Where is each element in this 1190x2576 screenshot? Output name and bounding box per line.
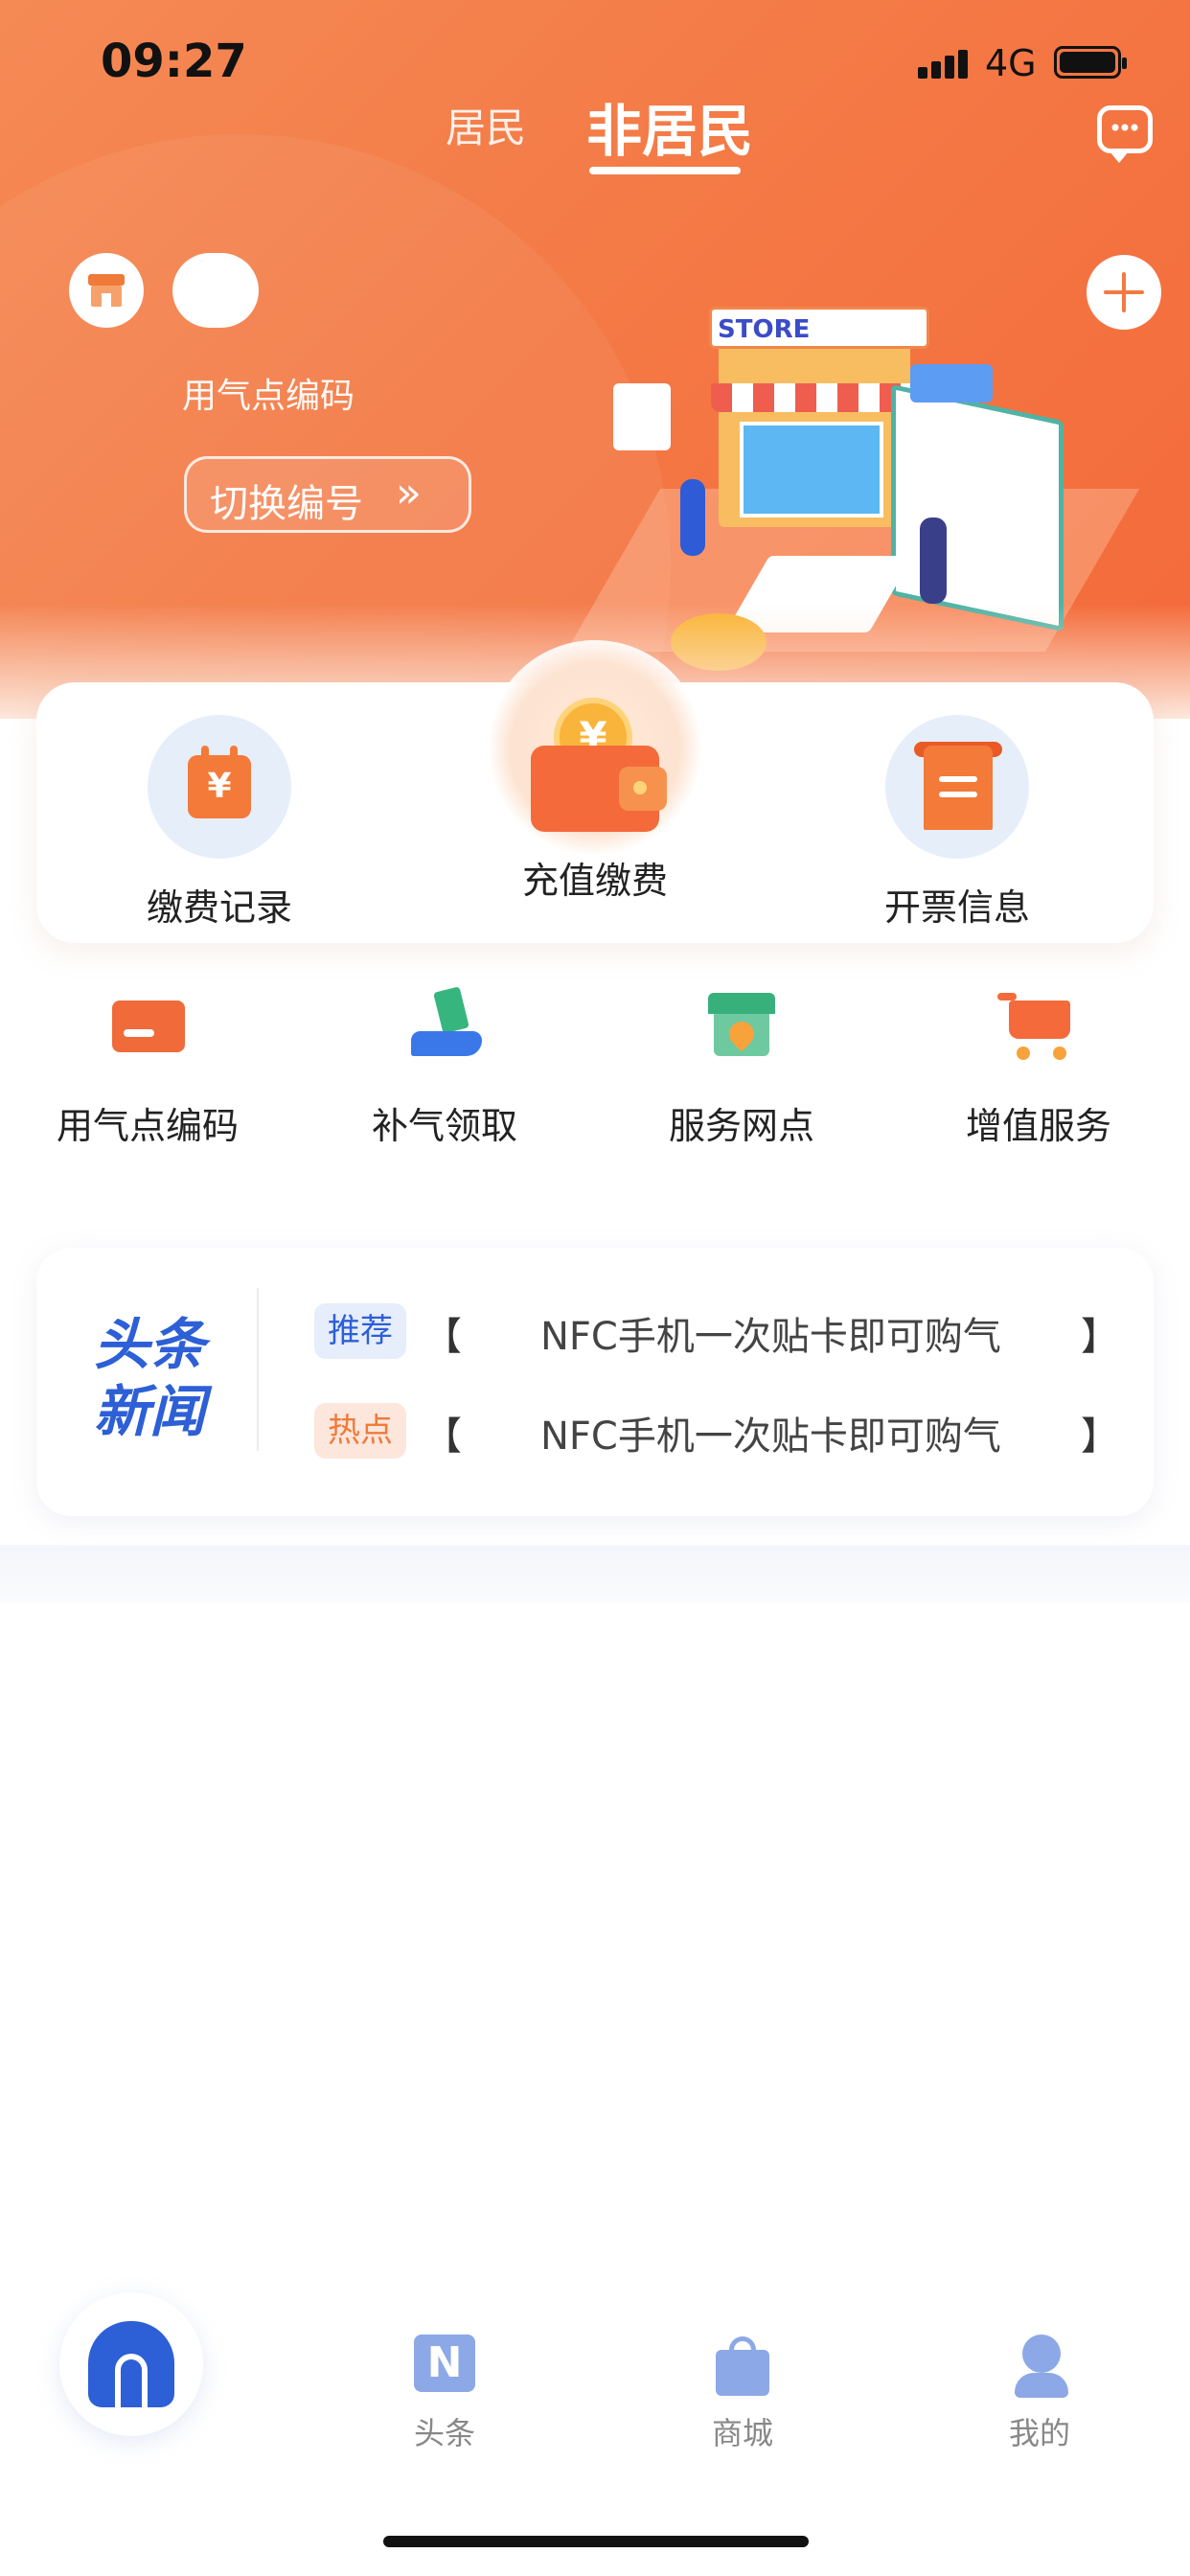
switch-account-label: 切换编号 xyxy=(210,482,363,526)
store-location-icon xyxy=(698,987,785,1064)
signal-icon xyxy=(918,50,968,79)
bracket-close: 】 xyxy=(1081,1315,1119,1359)
news-divider xyxy=(257,1288,259,1451)
tab-mall[interactable]: 商城 xyxy=(671,2334,814,2453)
account-name-pill xyxy=(172,253,259,328)
section-divider xyxy=(0,1545,1190,1602)
hot-tag: 热点 xyxy=(314,1403,406,1459)
tab-mine[interactable]: 我的 xyxy=(968,2334,1111,2453)
quick-label: 用气点编码 xyxy=(56,1105,239,1147)
user-icon xyxy=(1009,2334,1070,2398)
tab-label: 我的 xyxy=(1008,2415,1070,2451)
cart-icon xyxy=(995,987,1082,1064)
news-headline: NFC手机一次贴卡即可购气 xyxy=(540,1414,1001,1459)
quick-gas-supplement[interactable]: 补气领取 xyxy=(320,986,569,1149)
active-tab-indicator xyxy=(589,167,741,174)
news-item-recommended[interactable]: 推荐 【 NFC手机一次贴卡即可购气 】 xyxy=(314,1303,1138,1361)
add-account-button[interactable] xyxy=(1087,255,1161,330)
coins-illustration xyxy=(671,613,767,671)
status-time: 09:27 xyxy=(101,34,247,88)
headline-news-card: 头条 新闻 推荐 【 NFC手机一次贴卡即可购气 】 热点 【 NFC手机一次贴… xyxy=(36,1248,1154,1516)
shop-avatar-icon xyxy=(69,253,144,328)
invoice-info-label: 开票信息 xyxy=(883,886,1030,929)
bracket-open: 【 xyxy=(423,1414,462,1459)
home-icon xyxy=(88,2321,174,2407)
sales-tag xyxy=(910,364,993,402)
store-sign: STORE xyxy=(718,315,811,344)
bracket-open: 【 xyxy=(423,1315,462,1359)
recommended-tag: 推荐 xyxy=(314,1303,406,1359)
payment-records-label: 缴费记录 xyxy=(146,886,292,929)
battery-icon xyxy=(1054,46,1127,79)
message-icon[interactable] xyxy=(1097,105,1153,163)
hero-banner: 09:27 4G 居民 非居民 用气点编码 切换编号 » STORE xyxy=(0,0,1190,719)
quick-gas-point-code[interactable]: 用气点编码 xyxy=(23,987,272,1149)
recharge-payment-label: 充值缴费 xyxy=(521,860,668,902)
switch-account-button[interactable]: 切换编号 » xyxy=(184,456,471,533)
hand-ticket-icon xyxy=(401,986,488,1064)
shopping-bag-illustration xyxy=(613,383,671,450)
calendar-yen-icon: ¥ xyxy=(148,715,291,859)
tab-label: 头条 xyxy=(413,2415,475,2451)
shopper-figure xyxy=(680,479,705,556)
news-icon: N xyxy=(414,2334,475,2396)
double-chevron-right-icon: » xyxy=(396,469,422,518)
news-headline: NFC手机一次贴卡即可购气 xyxy=(540,1315,1001,1359)
tab-resident[interactable]: 居民 xyxy=(446,96,526,154)
quick-label: 增值服务 xyxy=(965,1105,1111,1147)
recharge-payment-button[interactable]: ¥ 充值缴费 xyxy=(522,698,668,904)
invoice-info-button[interactable]: 开票信息 xyxy=(884,715,1030,931)
quick-value-added-services[interactable]: 增值服务 xyxy=(914,987,1163,1149)
storefront-illustration: STORE xyxy=(565,268,1140,690)
quick-service-outlets[interactable]: 服务网点 xyxy=(617,987,866,1149)
tab-home[interactable] xyxy=(59,2292,203,2436)
card-icon xyxy=(104,987,191,1064)
home-indicator xyxy=(383,2536,809,2547)
bracket-close: 】 xyxy=(1081,1414,1119,1459)
news-item-hot[interactable]: 热点 【 NFC手机一次贴卡即可购气 】 xyxy=(314,1403,1138,1460)
receipt-icon xyxy=(885,715,1029,859)
wallet-icon: ¥ xyxy=(523,698,667,841)
network-label: 4G xyxy=(985,42,1037,84)
account-code-label: 用气点编码 xyxy=(182,377,355,416)
tab-label: 商城 xyxy=(711,2415,773,2451)
payment-records-button[interactable]: ¥ 缴费记录 xyxy=(147,715,292,931)
tab-non-resident[interactable]: 非居民 xyxy=(586,86,753,167)
quick-label: 补气领取 xyxy=(371,1105,517,1147)
clerk-figure xyxy=(920,518,947,604)
shopping-bag-icon xyxy=(712,2334,773,2396)
headline-news-logo: 头条 新闻 xyxy=(94,1312,206,1444)
quick-label: 服务网点 xyxy=(668,1105,814,1147)
tab-headlines[interactable]: N 头条 xyxy=(373,2334,516,2453)
